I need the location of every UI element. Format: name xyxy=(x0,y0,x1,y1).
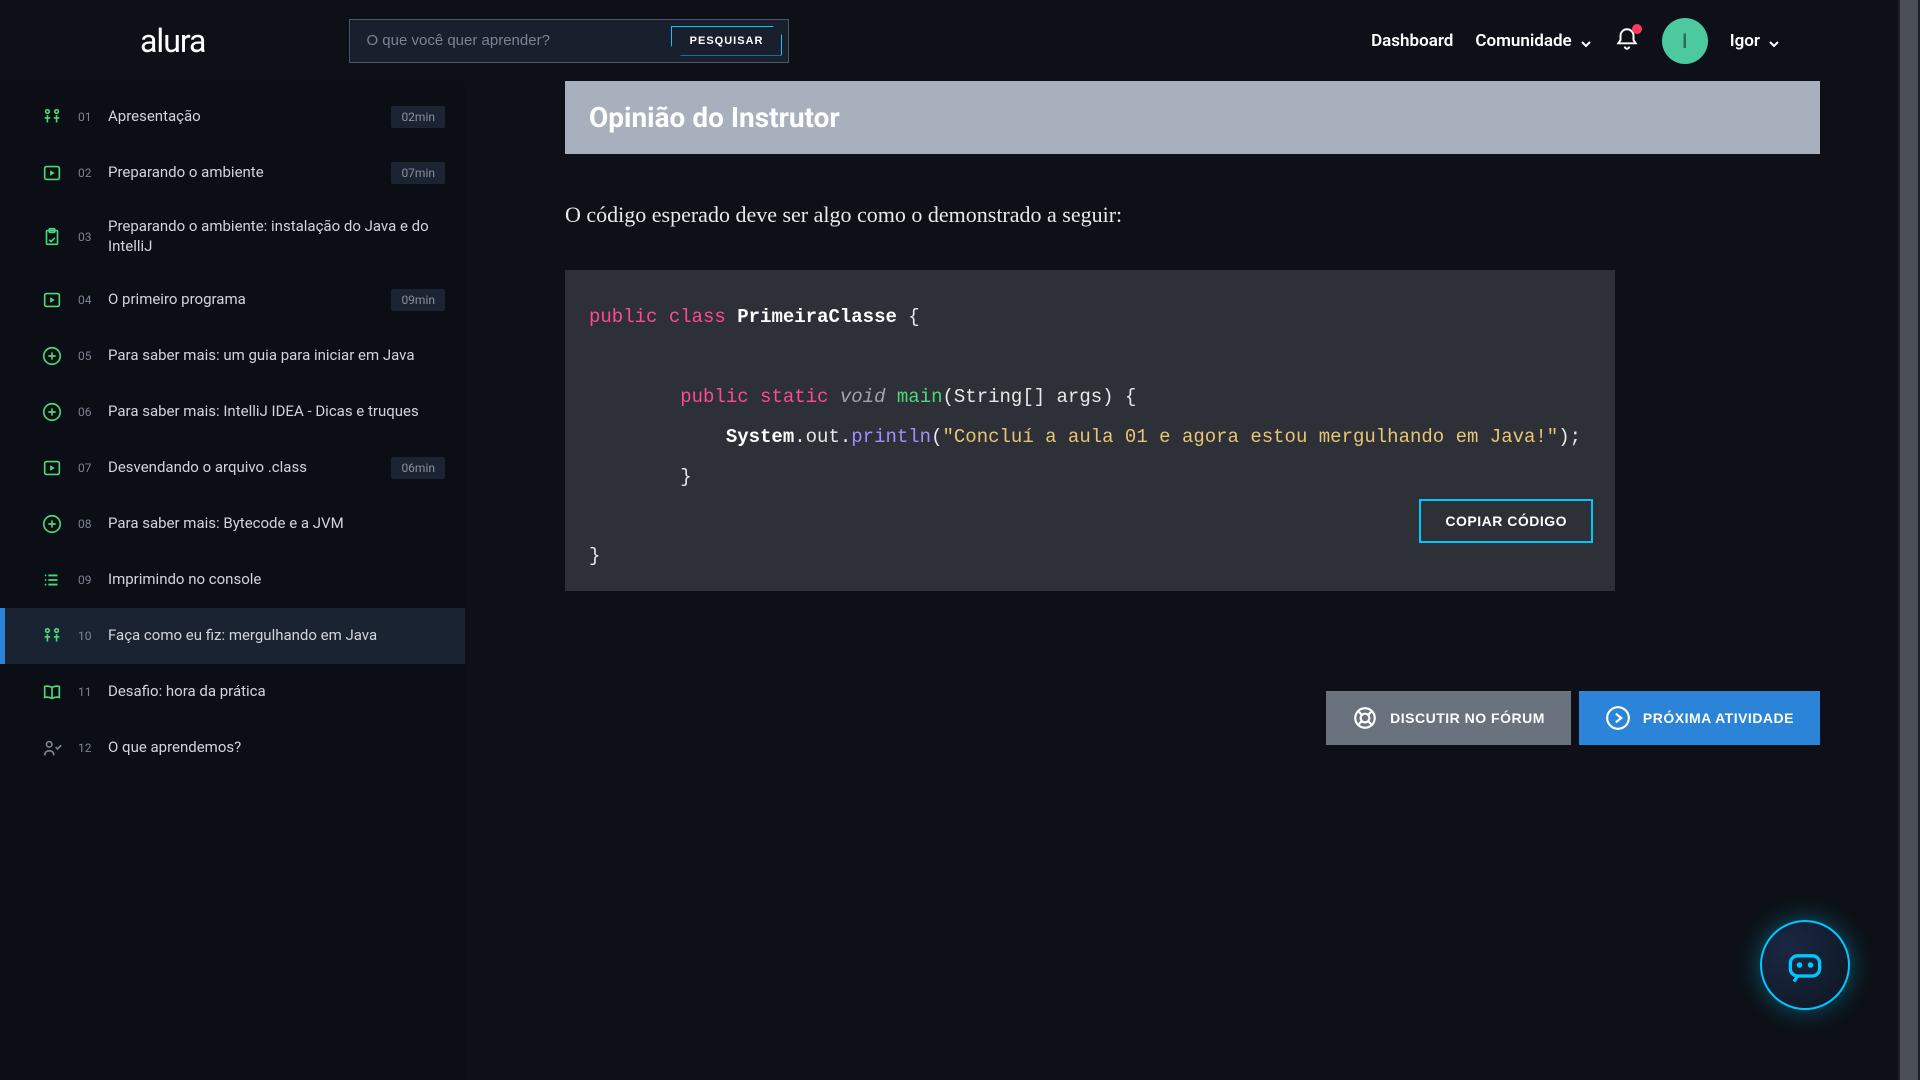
hands-icon xyxy=(40,624,64,648)
lifebuoy-icon xyxy=(1352,705,1378,731)
sidebar-item-11[interactable]: 11 Desafio: hora da prática xyxy=(0,664,465,720)
lesson-number: 11 xyxy=(78,685,94,699)
chevron-down-icon xyxy=(1580,35,1592,47)
lesson-title: Desafio: hora da prática xyxy=(108,682,445,702)
instructor-banner: Opinião do Instrutor xyxy=(565,81,1820,154)
lesson-title: Para saber mais: um guia para iniciar em… xyxy=(108,346,445,366)
lesson-number: 09 xyxy=(78,573,94,587)
sidebar-item-10[interactable]: 10 Faça como eu fiz: mergulhando em Java xyxy=(0,608,465,664)
chat-fab[interactable] xyxy=(1760,920,1850,1010)
next-activity-button[interactable]: PRÓXIMA ATIVIDADE xyxy=(1579,691,1820,745)
list-icon xyxy=(40,568,64,592)
community-label: Comunidade xyxy=(1475,31,1571,51)
plus-icon xyxy=(40,512,64,536)
sidebar-item-08[interactable]: 08 Para saber mais: Bytecode e a JVM xyxy=(0,496,465,552)
lesson-title: O primeiro programa xyxy=(108,290,377,310)
clipboard-icon xyxy=(40,225,64,249)
lesson-title: Para saber mais: IntelliJ IDEA - Dicas e… xyxy=(108,402,445,422)
logo[interactable]: alura xyxy=(140,22,205,60)
sidebar-item-03[interactable]: 03 Preparando o ambiente: instalação do … xyxy=(0,201,465,272)
sidebar-item-01[interactable]: 01 Apresentação 02min xyxy=(0,89,465,145)
lesson-number: 06 xyxy=(78,405,94,419)
lesson-title: Preparando o ambiente xyxy=(108,163,377,183)
lesson-title: Imprimindo no console xyxy=(108,570,445,590)
lesson-number: 10 xyxy=(78,629,94,643)
hands-icon xyxy=(40,105,64,129)
instructor-title: Opinião do Instrutor xyxy=(589,101,1796,134)
notification-dot xyxy=(1632,24,1642,34)
sidebar-item-07[interactable]: 07 Desvendando o arquivo .class 06min xyxy=(0,440,465,496)
lesson-number: 03 xyxy=(78,230,94,244)
search-input[interactable] xyxy=(366,32,670,49)
lesson-duration: 06min xyxy=(391,457,445,479)
avatar[interactable]: I xyxy=(1662,18,1708,64)
sidebar-item-12[interactable]: 12 O que aprendemos? xyxy=(0,720,465,776)
person-icon xyxy=(40,736,64,760)
chevron-down-icon xyxy=(1768,35,1780,47)
user-menu[interactable]: Igor xyxy=(1730,31,1780,51)
lesson-number: 07 xyxy=(78,461,94,475)
lesson-number: 02 xyxy=(78,166,94,180)
plus-icon xyxy=(40,400,64,424)
lesson-title: O que aprendemos? xyxy=(108,738,445,758)
sidebar-item-06[interactable]: 06 Para saber mais: IntelliJ IDEA - Dica… xyxy=(0,384,465,440)
video-icon xyxy=(40,456,64,480)
dashboard-link[interactable]: Dashboard xyxy=(1371,31,1453,51)
next-label: PRÓXIMA ATIVIDADE xyxy=(1643,710,1794,726)
chat-bot-icon xyxy=(1783,943,1827,987)
plus-icon xyxy=(40,344,64,368)
app-header: alura PESQUISAR Dashboard Comunidade I I… xyxy=(0,0,1920,81)
forum-label: DISCUTIR NO FÓRUM xyxy=(1390,710,1545,726)
lesson-title: Faça como eu fiz: mergulhando em Java xyxy=(108,626,445,646)
lesson-duration: 07min xyxy=(391,162,445,184)
lesson-number: 08 xyxy=(78,517,94,531)
lesson-title: Preparando o ambiente: instalação do Jav… xyxy=(108,217,445,256)
lesson-number: 12 xyxy=(78,741,94,755)
copy-code-button[interactable]: COPIAR CÓDIGO xyxy=(1419,499,1593,543)
lesson-duration: 09min xyxy=(391,289,445,311)
community-menu[interactable]: Comunidade xyxy=(1475,31,1591,51)
user-name: Igor xyxy=(1730,31,1760,51)
discuss-forum-button[interactable]: DISCUTIR NO FÓRUM xyxy=(1326,691,1571,745)
lesson-title: Apresentação xyxy=(108,107,377,127)
video-icon xyxy=(40,288,64,312)
lesson-title: Desvendando o arquivo .class xyxy=(108,458,377,478)
sidebar-item-05[interactable]: 05 Para saber mais: um guia para iniciar… xyxy=(0,328,465,384)
action-row: DISCUTIR NO FÓRUM PRÓXIMA ATIVIDADE xyxy=(565,691,1820,745)
lesson-title: Para saber mais: Bytecode e a JVM xyxy=(108,514,445,534)
sidebar-item-04[interactable]: 04 O primeiro programa 09min xyxy=(0,272,465,328)
notifications-button[interactable] xyxy=(1614,26,1640,56)
lesson-duration: 02min xyxy=(391,106,445,128)
main-wrap: 01 Apresentação 02min 02 Preparando o am… xyxy=(0,81,1920,1080)
sidebar-item-09[interactable]: 09 Imprimindo no console xyxy=(0,552,465,608)
sidebar-item-02[interactable]: 02 Preparando o ambiente 07min xyxy=(0,145,465,201)
video-icon xyxy=(40,161,64,185)
sidebar: 01 Apresentação 02min 02 Preparando o am… xyxy=(0,81,465,1080)
lesson-number: 04 xyxy=(78,293,94,307)
lesson-number: 01 xyxy=(78,110,94,124)
content: Opinião do Instrutor O código esperado d… xyxy=(465,81,1920,1080)
header-right: Dashboard Comunidade I Igor xyxy=(1371,18,1780,64)
intro-text: O código esperado deve ser algo como o d… xyxy=(565,202,1820,228)
book-icon xyxy=(40,680,64,704)
dashboard-label: Dashboard xyxy=(1371,31,1453,51)
search-container: PESQUISAR xyxy=(349,19,789,63)
search-button[interactable]: PESQUISAR xyxy=(671,26,783,56)
code-block: public class PrimeiraClasse { public sta… xyxy=(565,270,1615,591)
lesson-number: 05 xyxy=(78,349,94,363)
arrow-right-circle-icon xyxy=(1605,705,1631,731)
